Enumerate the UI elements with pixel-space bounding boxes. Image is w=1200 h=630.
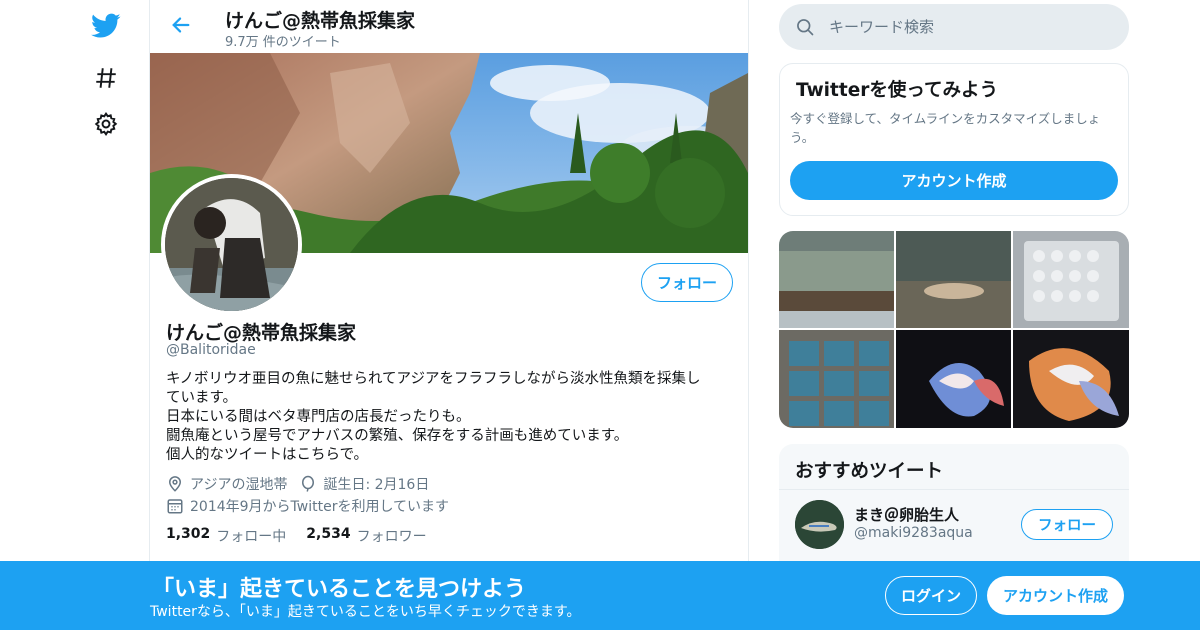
media-thumbnail[interactable] bbox=[779, 231, 894, 328]
profile-meta-row: アジアの湿地帯 誕生日: 2月16日 bbox=[166, 474, 429, 494]
media-thumbnail[interactable] bbox=[1013, 231, 1129, 328]
media-grid bbox=[779, 231, 1129, 428]
media-thumbnail[interactable] bbox=[896, 330, 1011, 428]
followers-count[interactable]: 2,534 bbox=[306, 526, 350, 546]
calendar-icon bbox=[166, 497, 184, 515]
back-arrow-icon[interactable] bbox=[168, 12, 194, 38]
profile-avatar[interactable] bbox=[161, 174, 302, 315]
search-bar[interactable] bbox=[779, 4, 1129, 50]
media-thumbnail[interactable] bbox=[896, 231, 1011, 328]
following-count[interactable]: 1,302 bbox=[166, 526, 210, 546]
create-account-button[interactable]: アカウント作成 bbox=[790, 161, 1118, 200]
profile-bio: キノボリウオ亜目の魚に魅せられてアジアをフラフラしながら淡水性魚類を採集し てい… bbox=[166, 370, 731, 465]
header-name: けんご@熱帯魚採集家 bbox=[225, 10, 416, 32]
profile-header: けんご@熱帯魚採集家 9.7万 件のツイート bbox=[150, 0, 748, 53]
followers-label[interactable]: フォロワー bbox=[357, 526, 427, 546]
bio-line: 闘魚庵という屋号でアナバスの繁殖、保存をする計画も進めています。 bbox=[166, 428, 629, 444]
signup-card-description: 今すぐ登録して、タイムラインをカスタマイズしましょう。 bbox=[790, 111, 1101, 145]
recommended-tweets: おすすめツイート まき＠卵胎生人 @maki9283aqua フォロー bbox=[779, 444, 1129, 564]
hashtag-icon[interactable] bbox=[90, 62, 122, 94]
search-input[interactable] bbox=[829, 18, 1109, 36]
bottom-bar-title: 「いま」起きていることを見つけよう bbox=[152, 577, 527, 602]
profile-name: けんご@熱帯魚採集家 bbox=[166, 322, 357, 344]
profile-stats: 1,302 フォロー中 2,534 フォロワー bbox=[166, 526, 447, 546]
bottom-signup-bar: 「いま」起きていることを見つけよう Twitterなら、「いま」起きていることを… bbox=[0, 561, 1200, 630]
recommended-user-handle[interactable]: @maki9283aqua bbox=[854, 525, 973, 541]
following-label[interactable]: フォロー中 bbox=[216, 526, 286, 546]
signup-card: Twitterを使ってみよう 今すぐ登録して、タイムラインをカスタマイズしましょ… bbox=[779, 63, 1129, 216]
login-button[interactable]: ログイン bbox=[885, 576, 977, 615]
signup-button[interactable]: アカウント作成 bbox=[987, 576, 1124, 615]
gear-icon[interactable] bbox=[90, 108, 122, 140]
recommended-title: おすすめツイート bbox=[795, 461, 944, 482]
bio-line: ています。 bbox=[166, 390, 238, 406]
header-tweet-count: 9.7万 件のツイート bbox=[225, 35, 341, 50]
profile-column: けんご@熱帯魚採集家 9.7万 件のツイート フォロー けんご@熱帯魚採集家 @… bbox=[149, 0, 749, 630]
divider bbox=[779, 489, 1129, 490]
profile-joined: 2014年9月からTwitterを利用しています bbox=[190, 499, 450, 515]
bottom-bar-subtitle: Twitterなら、「いま」起きていることをいち早くチェックできます。 bbox=[150, 604, 581, 620]
profile-handle: @Balitoridae bbox=[166, 342, 256, 358]
recommended-user-name[interactable]: まき＠卵胎生人 bbox=[854, 504, 959, 525]
search-icon bbox=[795, 17, 815, 37]
location-pin-icon bbox=[166, 475, 184, 493]
signup-card-title: Twitterを使ってみよう bbox=[796, 80, 998, 101]
profile-joined-row: 2014年9月からTwitterを利用しています bbox=[166, 496, 449, 516]
bio-line: 日本にいる間はベタ専門店の店長だったりも。 bbox=[166, 409, 471, 425]
profile-location: アジアの湿地帯 bbox=[190, 477, 288, 493]
balloon-icon bbox=[299, 475, 317, 493]
twitter-bird-icon[interactable] bbox=[90, 10, 122, 42]
recommended-follow-button[interactable]: フォロー bbox=[1021, 509, 1113, 540]
page: けんご@熱帯魚採集家 9.7万 件のツイート フォロー けんご@熱帯魚採集家 @… bbox=[0, 0, 1200, 630]
bio-line: 個人的なツイートはこちらで。 bbox=[166, 447, 368, 463]
media-thumbnail[interactable] bbox=[779, 330, 894, 428]
follow-button[interactable]: フォロー bbox=[641, 263, 733, 302]
profile-birthday: 誕生日: 2月16日 bbox=[323, 477, 430, 493]
media-thumbnail[interactable] bbox=[1013, 330, 1129, 428]
bio-line: キノボリウオ亜目の魚に魅せられてアジアをフラフラしながら淡水性魚類を採集し bbox=[166, 371, 701, 387]
recommended-avatar[interactable] bbox=[795, 500, 844, 549]
